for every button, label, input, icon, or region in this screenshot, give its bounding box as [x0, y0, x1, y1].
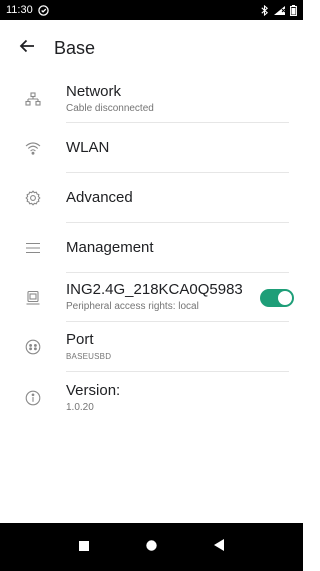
menu-icon [0, 242, 66, 254]
recents-icon [78, 538, 89, 556]
settings-list: Network Cable disconnected WLAN Advanced… [0, 76, 303, 424]
list-item-version[interactable]: Version: 1.0.20 [0, 372, 303, 424]
signal-icon [273, 5, 286, 16]
status-bar: 11:30 [0, 0, 303, 20]
list-item-wlan[interactable]: WLAN [0, 123, 303, 173]
list-item-subtitle: Cable disconnected [66, 103, 154, 114]
list-item-management[interactable]: Management [0, 223, 303, 273]
list-item-title: ING2.4G_218KCA0Q5983 [66, 281, 243, 298]
vpn-icon [37, 4, 49, 16]
app-bar: Base [0, 20, 303, 76]
network-icon [0, 91, 66, 108]
arrow-back-icon [19, 38, 35, 59]
status-time: 11:30 [6, 4, 33, 16]
home-button[interactable] [131, 527, 171, 567]
info-icon [0, 390, 66, 406]
list-item-title: Advanced [66, 189, 133, 206]
home-icon [146, 538, 157, 556]
list-item-title: Port [66, 330, 94, 348]
peripheral-toggle[interactable] [260, 288, 294, 307]
list-item-subtitle: BASEUSBD [66, 351, 112, 361]
device-icon [0, 290, 66, 306]
list-item-subtitle: 1.0.20 [66, 401, 94, 413]
list-item-port[interactable]: Port BASEUSBD [0, 322, 303, 372]
system-nav-bar [0, 523, 303, 571]
list-item-subtitle: Peripheral access rights: local [66, 301, 199, 312]
list-item-title: WLAN [66, 139, 110, 156]
gear-icon [0, 190, 66, 206]
battery-icon [290, 4, 297, 16]
list-item-peripheral[interactable]: ING2.4G_218KCA0Q5983 Peripheral access r… [0, 273, 303, 322]
bluetooth-icon [260, 4, 269, 16]
system-back-button[interactable] [199, 527, 239, 567]
back-button[interactable] [0, 20, 54, 76]
list-item-title: Management [66, 239, 154, 256]
list-item-title: Version: [66, 381, 121, 399]
recents-button[interactable] [64, 527, 104, 567]
list-item-network[interactable]: Network Cable disconnected [0, 76, 303, 123]
toggle-knob [277, 289, 293, 306]
back-triangle-icon [214, 538, 225, 556]
page-title: Base [54, 37, 96, 58]
port-icon [0, 339, 66, 355]
wifi-icon [0, 141, 66, 155]
list-item-title: Network [66, 83, 122, 100]
list-item-advanced[interactable]: Advanced [0, 173, 303, 223]
